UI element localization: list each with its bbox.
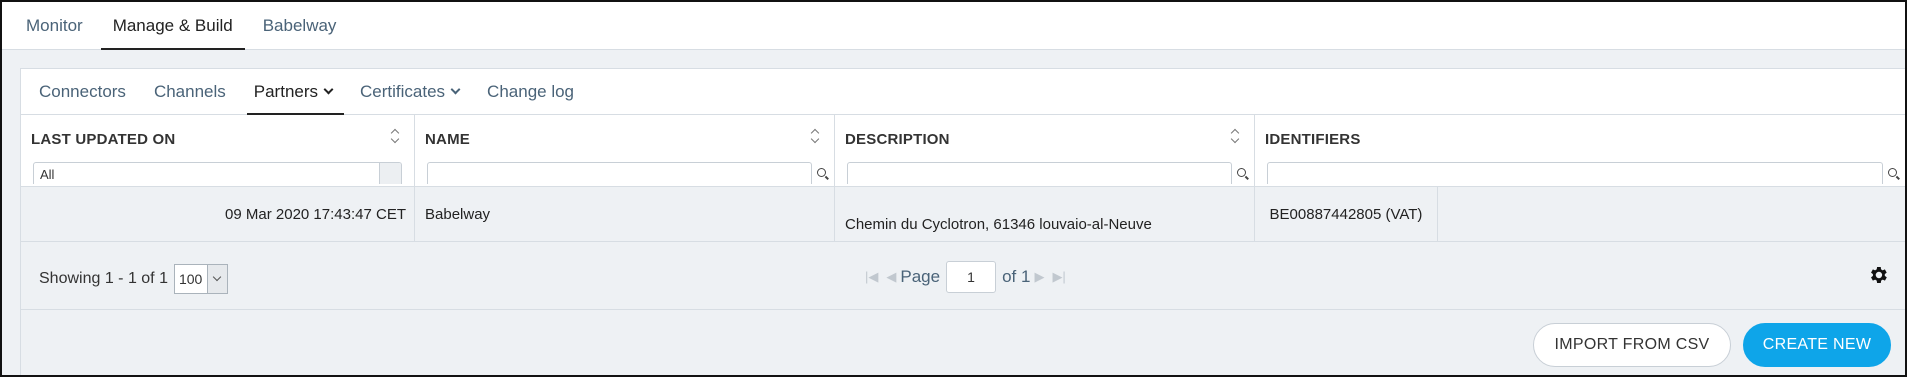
first-page-icon[interactable]: |◀ bbox=[865, 269, 878, 285]
table-row[interactable]: 09 Mar 2020 17:43:47 CET Babelway Chemin… bbox=[21, 187, 1905, 242]
dropdown-icon[interactable] bbox=[379, 163, 401, 184]
next-page-icon[interactable]: ▶ bbox=[1034, 269, 1044, 285]
dropdown-button[interactable] bbox=[206, 265, 227, 293]
sub-nav: Connectors Channels Partners Certificate… bbox=[21, 69, 1905, 115]
page-label: Page bbox=[900, 267, 941, 286]
last-page-icon[interactable]: ▶| bbox=[1052, 269, 1065, 285]
tab-partners-label: Partners bbox=[253, 81, 319, 101]
column-name: NAME bbox=[415, 115, 835, 186]
grid-header: LAST UPDATED ON All NAME DESCRIPTION IDE… bbox=[21, 115, 1905, 187]
tab-certificates-label: Certificates bbox=[360, 81, 446, 101]
page-size-value: 100 bbox=[178, 271, 203, 287]
sort-icon[interactable] bbox=[390, 128, 400, 144]
app-window: Monitor Manage & Build Babelway Connecto… bbox=[0, 0, 1907, 377]
search-icon[interactable] bbox=[1888, 168, 1897, 177]
name-filter-input[interactable] bbox=[427, 162, 812, 184]
page-number-input[interactable]: 1 bbox=[946, 261, 997, 293]
page-count-label: of 1 bbox=[1002, 267, 1031, 286]
column-header-label[interactable]: LAST UPDATED ON bbox=[31, 131, 404, 148]
tab-babelway[interactable]: Babelway bbox=[251, 2, 349, 49]
cell-description: Chemin du Cyclotron, 61346 louvaio-al-Ne… bbox=[835, 187, 1255, 241]
column-last-updated: LAST UPDATED ON All bbox=[21, 115, 415, 186]
description-filter-input[interactable] bbox=[847, 162, 1232, 184]
create-new-button[interactable]: CREATE NEW bbox=[1743, 323, 1891, 367]
identifiers-filter-input[interactable] bbox=[1267, 162, 1883, 184]
last-updated-filter[interactable]: All bbox=[33, 162, 402, 184]
chevron-down-icon bbox=[213, 272, 222, 282]
top-nav: Monitor Manage & Build Babelway bbox=[2, 2, 1905, 50]
pagination-bar: Showing 1 - 1 of 1 100 |◀ ◀ Page 1 of 1 … bbox=[21, 242, 1905, 310]
tab-change-log[interactable]: Change log bbox=[475, 69, 586, 114]
page-navigator: |◀ ◀ Page 1 of 1 ▶ ▶| bbox=[861, 261, 1070, 293]
cell-last-updated: 09 Mar 2020 17:43:47 CET bbox=[21, 187, 415, 241]
gear-icon[interactable] bbox=[1867, 264, 1889, 286]
column-identifiers: IDENTIFIERS bbox=[1255, 115, 1905, 186]
search-icon[interactable] bbox=[1237, 168, 1246, 177]
cell-empty bbox=[1438, 187, 1905, 241]
page-size-select[interactable]: 100 bbox=[173, 264, 228, 294]
tab-monitor[interactable]: Monitor bbox=[14, 2, 95, 49]
search-icon[interactable] bbox=[817, 168, 826, 177]
tab-manage-build[interactable]: Manage & Build bbox=[100, 2, 245, 50]
tab-channels[interactable]: Channels bbox=[142, 69, 238, 114]
showing-text: Showing 1 - 1 of 1 bbox=[39, 270, 168, 287]
column-header-label[interactable]: IDENTIFIERS bbox=[1265, 131, 1895, 148]
tab-partners[interactable]: Partners bbox=[242, 69, 345, 115]
chevron-down-icon bbox=[323, 84, 334, 95]
cell-name: Babelway bbox=[415, 187, 835, 241]
tab-certificates[interactable]: Certificates bbox=[348, 69, 471, 114]
cell-identifiers: BE00887442805 (VAT) bbox=[1255, 187, 1438, 241]
sort-icon[interactable] bbox=[1230, 128, 1240, 144]
action-bar: IMPORT FROM CSV CREATE NEW bbox=[1533, 323, 1891, 367]
tab-connectors[interactable]: Connectors bbox=[27, 69, 138, 114]
column-description: DESCRIPTION bbox=[835, 115, 1255, 186]
column-header-label[interactable]: NAME bbox=[425, 131, 824, 148]
sort-icon[interactable] bbox=[810, 128, 820, 144]
filter-value: All bbox=[40, 167, 55, 182]
prev-page-icon[interactable]: ◀ bbox=[886, 269, 896, 285]
showing-summary: Showing 1 - 1 of 1 100 bbox=[39, 264, 228, 294]
column-header-label[interactable]: DESCRIPTION bbox=[845, 131, 1244, 148]
chevron-down-icon bbox=[450, 84, 461, 95]
import-from-csv-button[interactable]: IMPORT FROM CSV bbox=[1533, 323, 1731, 367]
